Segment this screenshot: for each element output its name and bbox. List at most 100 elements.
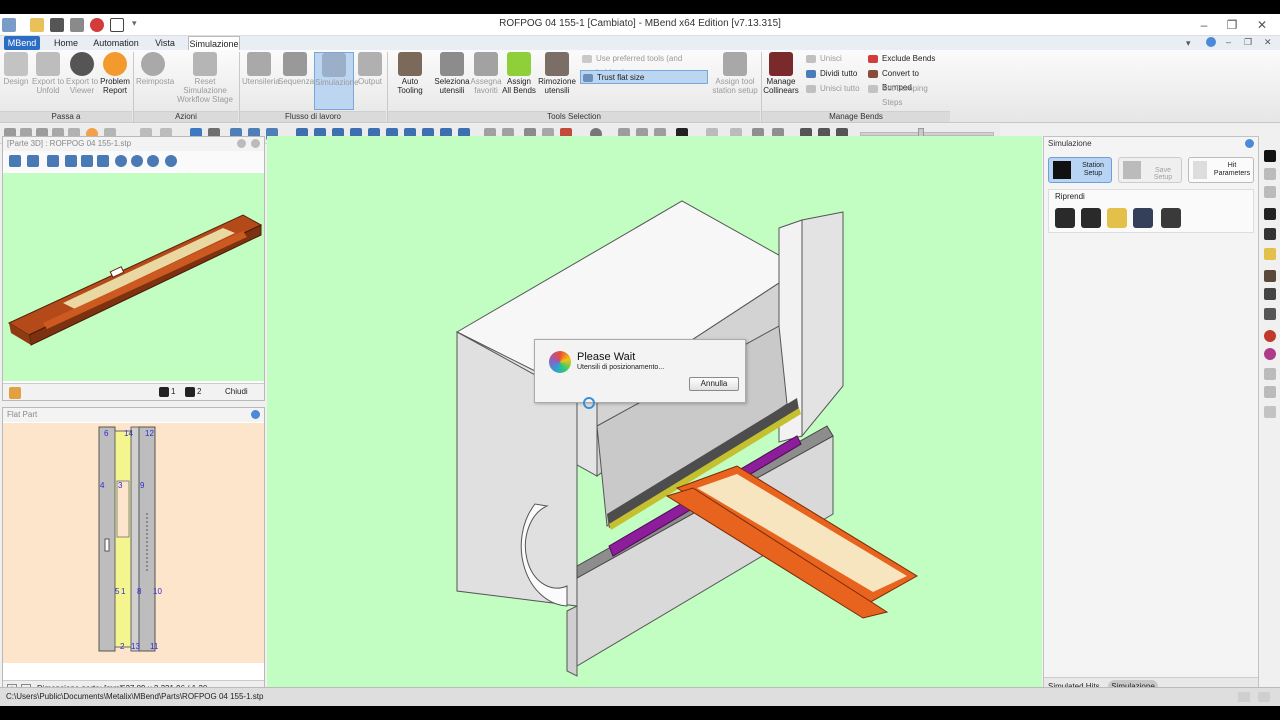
tab-home[interactable]: Home — [48, 36, 84, 50]
convert-bumped-button[interactable]: Convert to Bumped — [866, 67, 950, 92]
annulla-button[interactable]: Annulla — [689, 377, 739, 391]
assegna-favoriti-button[interactable]: Assegna favoriti — [470, 52, 502, 95]
group-manage-bends: Manage Bends — [762, 111, 950, 122]
tool-icon[interactable] — [1264, 288, 1276, 300]
ruler-icon[interactable] — [9, 387, 21, 399]
rotate-view-icon[interactable] — [147, 155, 159, 167]
export-viewer-button[interactable]: Export to Viewer — [66, 52, 98, 95]
station-setup-button[interactable]: Station Setup — [1048, 157, 1112, 183]
rotate-view-icon[interactable] — [115, 155, 127, 167]
layout-icon[interactable] — [1258, 692, 1270, 702]
close-panel-icon[interactable] — [251, 139, 260, 148]
pin-icon[interactable] — [237, 139, 246, 148]
tool-icon[interactable] — [1264, 386, 1276, 398]
checkbox-icon — [582, 55, 592, 63]
dividi-tutto-button[interactable]: Dividi tutto — [804, 67, 866, 81]
pin-icon[interactable] — [251, 410, 260, 419]
tool-icon[interactable] — [1264, 368, 1276, 380]
stop-icon[interactable] — [1264, 330, 1276, 342]
seleziona-utensili-button[interactable]: Seleziona utensili — [434, 52, 470, 95]
flat-part-view[interactable]: 6 14 12 4 3 9 5 1 8 10 2 13 11 — [3, 423, 264, 663]
collinears-icon — [769, 52, 793, 76]
rimozione-utensili-button[interactable]: Rimozione utensili — [538, 52, 576, 95]
camera-icon[interactable] — [1264, 208, 1276, 220]
reset-workflow-icon — [193, 52, 217, 76]
hit-parameters-button[interactable]: Hit Parameters — [1188, 157, 1254, 183]
bend-label: 2 — [120, 642, 125, 651]
maximize-button[interactable]: ❐ — [1218, 16, 1246, 34]
auto-tooling-button[interactable]: Auto Tooling — [389, 52, 431, 95]
tab-automation[interactable]: Automation — [90, 36, 142, 50]
unisci-button[interactable]: Unisci — [804, 52, 866, 66]
simulazione-panel: Simulazione Station Setup Save Setup Hit… — [1043, 136, 1259, 696]
tool-icon[interactable] — [1264, 406, 1276, 418]
station-setup-icon — [1053, 161, 1071, 179]
part-3d-view[interactable] — [3, 173, 264, 381]
camera-icon[interactable] — [1081, 208, 1101, 228]
bend-label: 1 — [121, 587, 126, 596]
export-unfold-button[interactable]: Export to Unfold — [32, 52, 64, 95]
set-bumping-steps-button[interactable]: Set Bumping Steps — [866, 82, 950, 107]
output-button[interactable]: Output — [356, 52, 384, 86]
pin-icon[interactable] — [1245, 139, 1254, 148]
rotate-view-icon[interactable] — [165, 155, 177, 167]
video-icon[interactable] — [1133, 208, 1153, 228]
brush-icon[interactable] — [1107, 208, 1127, 228]
close-button[interactable]: ✕ — [1248, 16, 1276, 34]
help-icon[interactable] — [1206, 37, 1216, 47]
merge-all-icon — [806, 85, 816, 93]
view-cube-icon[interactable] — [47, 155, 59, 167]
sequenza-button[interactable]: Sequenza — [278, 52, 314, 86]
view-cube-icon[interactable] — [9, 155, 21, 167]
minimize-button[interactable]: – — [1190, 16, 1218, 34]
rotate-view-icon[interactable] — [131, 155, 143, 167]
exclude-icon — [868, 55, 878, 63]
use-preferred-option[interactable]: Use preferred tools (and holders) — [580, 52, 708, 77]
camera-icon[interactable] — [159, 387, 169, 397]
minimize-ribbon-icon[interactable]: – — [1226, 37, 1231, 47]
station-icon[interactable] — [1264, 150, 1276, 162]
view-cube-icon[interactable] — [97, 155, 109, 167]
camera-icon[interactable] — [1264, 228, 1276, 240]
video-settings-icon[interactable] — [1161, 208, 1181, 228]
brush-icon[interactable] — [1264, 248, 1276, 260]
flat-part-drawing — [98, 426, 156, 652]
title-bar: ▾ ROFPOG 04 155-1 [Cambiato] - MBend x64… — [0, 14, 1280, 36]
tool-icon[interactable] — [1264, 308, 1276, 320]
split-icon — [806, 70, 816, 78]
assign-station-setup-button[interactable]: Assign tool station setup — [712, 52, 758, 95]
tool-icon[interactable] — [1264, 186, 1276, 198]
unisci-tutto-button[interactable]: Unisci tutto — [804, 82, 866, 96]
bumped-icon — [868, 70, 878, 78]
close-3d-button[interactable]: Chiudi — [225, 387, 248, 396]
camera-icon[interactable] — [185, 387, 195, 397]
tool-icon[interactable] — [1264, 348, 1276, 360]
tab-simulazione[interactable]: Simulazione — [188, 36, 240, 50]
problem-report-button[interactable]: Problem Report — [100, 52, 130, 95]
tool-icon[interactable] — [1264, 270, 1276, 282]
layout-icon[interactable] — [1238, 692, 1250, 702]
view-cube-icon[interactable] — [65, 155, 77, 167]
manage-collinears-button[interactable]: Manage Collinears — [763, 52, 799, 95]
save-setup-button[interactable]: Save Setup — [1118, 157, 1182, 183]
ribbon-collapse-icon[interactable]: ▾ — [1186, 38, 1191, 49]
camera-1-label: 1 — [171, 387, 176, 396]
select-tools-icon — [440, 52, 464, 76]
restore-ribbon-icon[interactable]: ❐ — [1244, 37, 1252, 48]
exclude-bends-button[interactable]: Exclude Bends — [866, 52, 950, 66]
simulation-viewport[interactable] — [267, 136, 1042, 693]
tab-vista[interactable]: Vista — [148, 36, 182, 50]
close-doc-icon[interactable]: ✕ — [1264, 37, 1272, 48]
assign-all-bends-button[interactable]: Assign All Bends — [502, 52, 536, 95]
camera-icon[interactable] — [1055, 208, 1075, 228]
reimposta-button[interactable]: Reimposta — [136, 52, 174, 86]
view-cube-icon[interactable] — [81, 155, 93, 167]
design-button[interactable]: Design — [2, 52, 30, 86]
tab-mbend[interactable]: MBend — [4, 36, 40, 50]
reset-workflow-button[interactable]: Reset Simulazione Workflow Stage — [174, 52, 236, 104]
tool-icon[interactable] — [1264, 168, 1276, 180]
trust-flat-size-option[interactable]: Trust flat size — [580, 70, 708, 84]
utensileria-button[interactable]: Utensileria — [242, 52, 280, 86]
simulazione-button[interactable]: Simulazione — [314, 52, 359, 110]
view-cube-icon[interactable] — [27, 155, 39, 167]
